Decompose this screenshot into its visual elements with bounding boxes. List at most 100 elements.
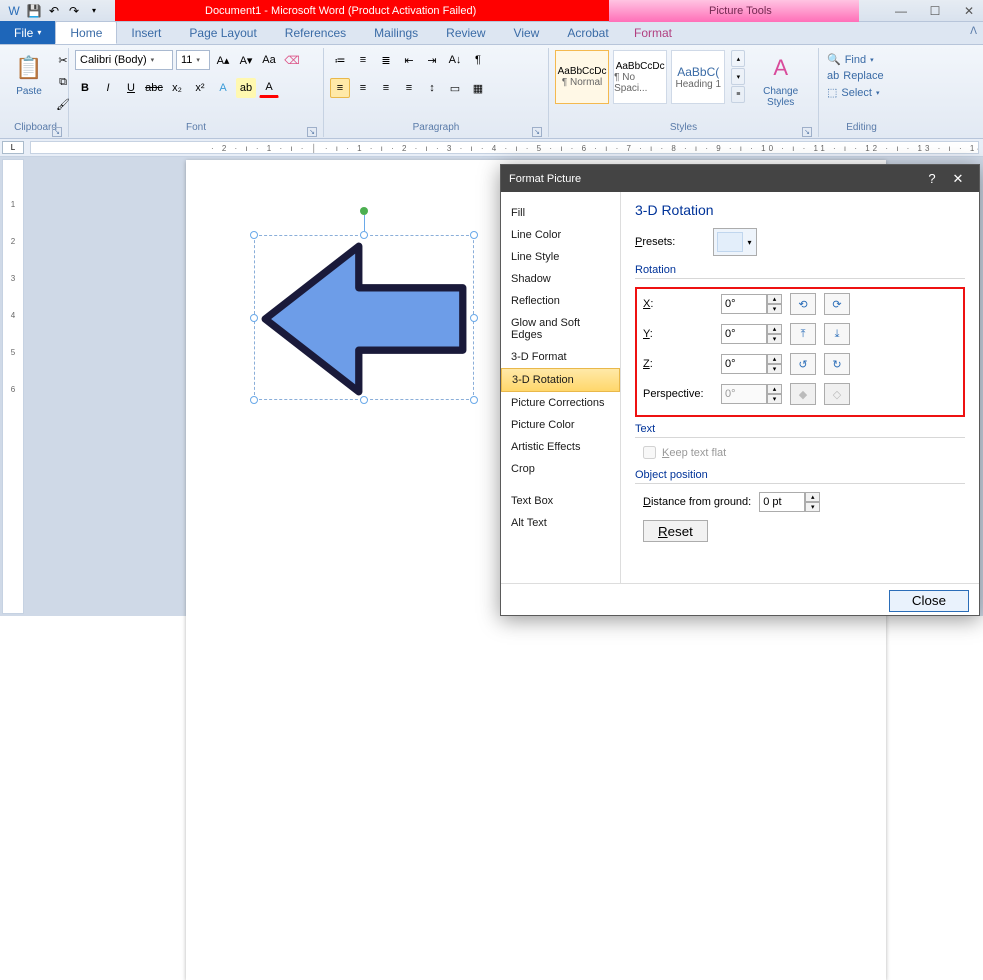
spin-down-icon[interactable]: ▾ xyxy=(767,304,782,314)
text-effects-icon[interactable]: A xyxy=(213,78,233,98)
resize-handle-bl[interactable] xyxy=(250,396,258,404)
presets-dropdown[interactable]: ▾ xyxy=(713,228,757,256)
y-rotation-spinner[interactable]: ▴▾ xyxy=(721,324,782,344)
styles-more-icon[interactable]: ≡ xyxy=(731,86,745,103)
nav-3d-format[interactable]: 3-D Format xyxy=(501,346,620,368)
line-spacing-icon[interactable]: ↕ xyxy=(422,78,442,98)
nav-glow[interactable]: Glow and Soft Edges xyxy=(501,312,620,346)
italic-button[interactable]: I xyxy=(98,78,118,98)
font-color-icon[interactable]: A xyxy=(259,78,279,98)
dialog-close-button[interactable]: ✕ xyxy=(945,171,971,187)
nav-reflection[interactable]: Reflection xyxy=(501,290,620,312)
resize-handle-ml[interactable] xyxy=(250,314,258,322)
shrink-font-icon[interactable]: A▾ xyxy=(236,50,256,70)
nav-line-style[interactable]: Line Style xyxy=(501,246,620,268)
subscript-button[interactable]: x₂ xyxy=(167,78,187,98)
styles-dialog-launcher[interactable]: ↘ xyxy=(802,127,812,137)
x-rotate-left-button[interactable]: ⟲ xyxy=(790,293,816,315)
references-tab[interactable]: References xyxy=(271,21,360,44)
sort-icon[interactable]: A↓ xyxy=(445,50,465,70)
nav-line-color[interactable]: Line Color xyxy=(501,224,620,246)
superscript-button[interactable]: x² xyxy=(190,78,210,98)
nav-picture-color[interactable]: Picture Color xyxy=(501,414,620,436)
clear-formatting-icon[interactable]: ⌫ xyxy=(282,50,302,70)
font-dialog-launcher[interactable]: ↘ xyxy=(307,127,317,137)
insert-tab[interactable]: Insert xyxy=(117,21,175,44)
dialog-titlebar[interactable]: Format Picture ? ✕ xyxy=(501,165,979,192)
borders-icon[interactable]: ▦ xyxy=(468,78,488,98)
grow-font-icon[interactable]: A▴ xyxy=(213,50,233,70)
align-right-icon[interactable]: ≡ xyxy=(376,78,396,98)
redo-icon[interactable]: ↷ xyxy=(66,3,82,19)
z-rotation-input[interactable] xyxy=(721,354,767,374)
page-layout-tab[interactable]: Page Layout xyxy=(175,21,270,44)
bullets-icon[interactable]: ≔ xyxy=(330,50,350,70)
resize-handle-tr[interactable] xyxy=(470,231,478,239)
increase-indent-icon[interactable]: ⇥ xyxy=(422,50,442,70)
save-icon[interactable]: 💾 xyxy=(26,3,42,19)
qat-dropdown-icon[interactable]: ▾ xyxy=(86,3,102,19)
shading-icon[interactable]: ▭ xyxy=(445,78,465,98)
style-no-spacing[interactable]: AaBbCcDc¶ No Spaci... xyxy=(613,50,667,104)
distance-spinner[interactable]: ▴▾ xyxy=(759,492,820,512)
y-rotate-up-button[interactable]: ⤒ xyxy=(790,323,816,345)
nav-shadow[interactable]: Shadow xyxy=(501,268,620,290)
nav-artistic-effects[interactable]: Artistic Effects xyxy=(501,436,620,458)
change-styles-button[interactable]: A Change Styles xyxy=(749,50,812,110)
nav-picture-corrections[interactable]: Picture Corrections xyxy=(501,392,620,414)
z-rotate-ccw-button[interactable]: ↺ xyxy=(790,353,816,375)
replace-button[interactable]: abReplace xyxy=(825,69,886,83)
paste-button[interactable]: 📋 Paste xyxy=(9,50,49,99)
x-rotation-input[interactable] xyxy=(721,294,767,314)
home-tab[interactable]: Home xyxy=(55,21,117,44)
format-tab[interactable]: Format xyxy=(620,21,686,44)
styles-scroll-up-icon[interactable]: ▴ xyxy=(731,50,745,67)
resize-handle-bm[interactable] xyxy=(360,396,368,404)
resize-handle-tm[interactable] xyxy=(360,231,368,239)
nav-alt-text[interactable]: Alt Text xyxy=(501,512,620,534)
reset-button[interactable]: Reset xyxy=(643,520,708,542)
resize-handle-br[interactable] xyxy=(470,396,478,404)
close-window-button[interactable]: ✕ xyxy=(961,3,977,19)
dialog-help-button[interactable]: ? xyxy=(919,171,945,186)
spin-down-icon[interactable]: ▾ xyxy=(805,502,820,512)
font-name-combo[interactable]: Calibri (Body) xyxy=(75,50,173,70)
bold-button[interactable]: B xyxy=(75,78,95,98)
underline-button[interactable]: U xyxy=(121,78,141,98)
close-button[interactable]: Close xyxy=(889,590,969,612)
rotation-handle[interactable] xyxy=(360,207,368,215)
acrobat-tab[interactable]: Acrobat xyxy=(553,21,622,44)
justify-icon[interactable]: ≡ xyxy=(399,78,419,98)
find-button[interactable]: 🔍Find▾ xyxy=(825,52,886,67)
align-center-icon[interactable]: ≡ xyxy=(353,78,373,98)
spin-down-icon[interactable]: ▾ xyxy=(767,334,782,344)
font-size-combo[interactable]: 11 xyxy=(176,50,210,70)
z-rotate-cw-button[interactable]: ↻ xyxy=(824,353,850,375)
decrease-indent-icon[interactable]: ⇤ xyxy=(399,50,419,70)
show-hide-icon[interactable]: ¶ xyxy=(468,50,488,70)
numbering-icon[interactable]: ≡ xyxy=(353,50,373,70)
paragraph-dialog-launcher[interactable]: ↘ xyxy=(532,127,542,137)
view-tab[interactable]: View xyxy=(500,21,554,44)
clipboard-dialog-launcher[interactable]: ↘ xyxy=(52,127,62,137)
style-heading-1[interactable]: AaBbC(Heading 1 xyxy=(671,50,725,104)
maximize-button[interactable]: ☐ xyxy=(927,3,943,19)
y-rotate-down-button[interactable]: ⤓ xyxy=(824,323,850,345)
strikethrough-button[interactable]: abc xyxy=(144,78,164,98)
y-rotation-input[interactable] xyxy=(721,324,767,344)
resize-handle-tl[interactable] xyxy=(250,231,258,239)
styles-scroll-down-icon[interactable]: ▾ xyxy=(731,68,745,85)
spin-up-icon[interactable]: ▴ xyxy=(767,294,782,304)
vertical-ruler[interactable]: 123456 xyxy=(2,159,24,614)
spin-up-icon[interactable]: ▴ xyxy=(805,492,820,502)
align-left-icon[interactable]: ≡ xyxy=(330,78,350,98)
undo-icon[interactable]: ↶ xyxy=(46,3,62,19)
minimize-ribbon-icon[interactable]: ᐱ xyxy=(970,26,977,37)
style-normal[interactable]: AaBbCcDc¶ Normal xyxy=(555,50,609,104)
multilevel-list-icon[interactable]: ≣ xyxy=(376,50,396,70)
nav-crop[interactable]: Crop xyxy=(501,458,620,480)
review-tab[interactable]: Review xyxy=(432,21,499,44)
spin-up-icon[interactable]: ▴ xyxy=(767,324,782,334)
horizontal-ruler[interactable]: · 2 · ı · 1 · ı · │ · ı · 1 · ı · 2 · ı … xyxy=(30,141,979,154)
selected-arrow-shape[interactable] xyxy=(254,235,474,400)
